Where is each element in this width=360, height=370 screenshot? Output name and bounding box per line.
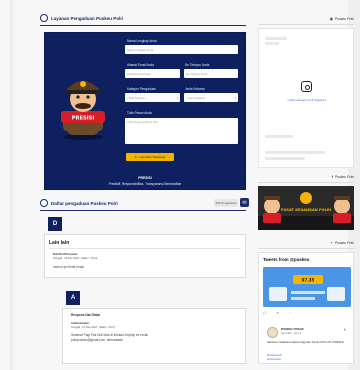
reply-author: Administrator [71, 321, 90, 325]
email-input[interactable]: Alamat Email Anda [125, 69, 180, 78]
chevron-down-icon: ▾ [234, 95, 236, 100]
reply-body-line-2: polripuskeu@gmail.com, terimakasih [71, 338, 124, 342]
email-label: Alamat Email Anda [127, 63, 154, 67]
twitter-bird-icon: ✦ [343, 327, 347, 332]
twitter-icon: ✦ [330, 240, 333, 245]
complaints-section-title: Daftar pengaduan Puskeu Polri [40, 197, 118, 209]
tweet-media-art-icon: 97.35 [263, 267, 351, 307]
twitter-timeline[interactable]: Tweets from @puskeu 97.35 ◯ ⟲ ♡ PUSKEU P… [258, 252, 354, 364]
instagram-icon [301, 81, 312, 92]
footer-title: PRESISI [138, 176, 152, 180]
form-section-title: Layanan Pengaduan Puskeu Polri [40, 12, 123, 24]
chevron-down-icon: ▾ [176, 95, 178, 100]
tweet-author-handle: @puskeu · Nov 6 [281, 332, 302, 335]
instagram-header-icon: ▣ [329, 16, 333, 21]
complaint-card: Lain lain Ddd Dod Punoanu Tanggal : 29 N… [44, 234, 246, 278]
section-ring-icon [40, 199, 48, 207]
complaints-section-title-text: Daftar pengaduan Puskeu Polri [51, 200, 118, 206]
tweet-author-name: PUSKEU POLRI [281, 327, 304, 331]
reply-icon[interactable]: ◯ [263, 311, 266, 317]
category-label: Kategori Pengaduan [127, 87, 157, 91]
placeholder-bar [265, 42, 279, 45]
twitter-timeline-title: Tweets from @puskeu [263, 257, 310, 262]
reply-card: Respons Dari Balai Administrator Tanggal… [62, 308, 246, 364]
tweet-media-label: 97.35 [302, 278, 315, 283]
puskeu-banner[interactable]: PUSAT KEUANGAN POLRI [258, 186, 354, 230]
message-label: Tulis Pesan Anda [127, 111, 152, 115]
complaints-section-divider [40, 210, 246, 211]
twitter-header-divider [258, 248, 354, 249]
footer-tagline: Prediktif, Responsibilitas, Transparansi… [108, 182, 182, 186]
category-select[interactable]: - Pilih Kategori - ▾ [125, 93, 180, 102]
complaint-title-divider [49, 248, 241, 249]
instagram-header-text: Puskeu Polri [334, 16, 354, 21]
complaint-avatar: D [48, 217, 62, 231]
twitter-header-text: Puskeu Polri [334, 240, 354, 245]
phone-input[interactable]: No Telepon Anda [184, 69, 238, 78]
left-gutter [10, 0, 16, 370]
name-label: Nama Lengkap Anda [127, 39, 157, 43]
instagram-header: ▣ Puskeu Polri [258, 14, 354, 23]
tweet-actions: ◯ ⟲ ♡ [263, 311, 351, 317]
message-textarea[interactable]: Tulis Pesan Anda Di Sini . . . [125, 118, 238, 144]
facebook-header-text: Puskeu Polri [334, 174, 354, 179]
complaint-meta: Tanggal : 29 Nov 2022 - Waktu : 15:22 [53, 257, 98, 260]
complaint-body: mohon ijin firvat email [53, 265, 84, 269]
instagram-header-divider [258, 24, 354, 25]
comment-icon: ✉ [242, 199, 247, 206]
gender-select-value: - Jenis Kelamin - [186, 95, 207, 100]
complaint-title: Lain lain [49, 240, 70, 246]
tweet-hashtags[interactable]: #puskeupolri #polripresisi [267, 354, 282, 361]
reply-title: Respons Dari Balai [71, 313, 101, 317]
page: Layanan Pengaduan Puskeu Polri PRESISI N… [0, 0, 360, 370]
reply-meta: Tanggal : 07 Des 2022 - Waktu : 09:27 [71, 326, 116, 329]
placeholder-bar [265, 157, 305, 160]
tweet-text: Sebelum melakukan lapisan lagi dan Turut… [267, 341, 344, 344]
section-ring-icon [40, 14, 48, 22]
instagram-view-link[interactable]: Lihat postingan ini di Instagram [269, 98, 345, 102]
placeholder-bar [265, 135, 293, 138]
twitter-header: ✦ Puskeu Polri [258, 238, 354, 247]
tweet-media[interactable]: 97.35 [263, 267, 351, 307]
instagram-embed[interactable]: Lihat postingan ini di Instagram [258, 28, 354, 168]
complaint-count-badge: 333 Pengaduan [214, 199, 238, 207]
submit-report-button-label: Laporkan Sekarang [139, 155, 166, 159]
send-icon: ➤ [134, 155, 138, 159]
retweet-icon[interactable]: ⟲ [276, 311, 279, 317]
banner-art-icon: PUSAT KEUANGAN POLRI [258, 186, 354, 230]
reply-avatar: A [66, 291, 80, 305]
like-icon[interactable]: ♡ [289, 311, 292, 317]
comment-button[interactable]: ✉ [240, 198, 249, 207]
form-section-title-text: Layanan Pengaduan Puskeu Polri [51, 15, 124, 21]
complaint-author: Ddd Dod Punoanu [53, 252, 78, 256]
complaint-form-panel: PRESISI Nama Lengkap Anda Nama Lengkap A… [44, 32, 246, 190]
banner-text: PUSAT KEUANGAN POLRI [281, 208, 331, 212]
submit-report-button[interactable]: ➤ Laporkan Sekarang [126, 153, 174, 161]
form-section-divider [40, 25, 246, 26]
facebook-header: f Puskeu Polri [258, 172, 354, 181]
gender-select[interactable]: - Jenis Kelamin - ▾ [184, 93, 238, 102]
phone-label: No Telepon Anda [185, 63, 210, 67]
facebook-icon: f [331, 174, 333, 179]
placeholder-bar [265, 37, 287, 40]
panel-footer: PRESISI Prediktif, Responsibilitas, Tran… [45, 172, 245, 190]
mascot-badge-text: PRESISI [72, 116, 95, 122]
gender-label: Jenis Kelamin [185, 87, 205, 91]
police-mascot-icon: PRESISI [61, 81, 105, 140]
tweet-author-avatar [267, 327, 278, 338]
name-input[interactable]: Nama Lengkap Anda [125, 45, 238, 54]
facebook-header-divider [258, 182, 354, 183]
category-select-value: - Pilih Kategori - [127, 95, 147, 100]
placeholder-bar [265, 151, 325, 154]
